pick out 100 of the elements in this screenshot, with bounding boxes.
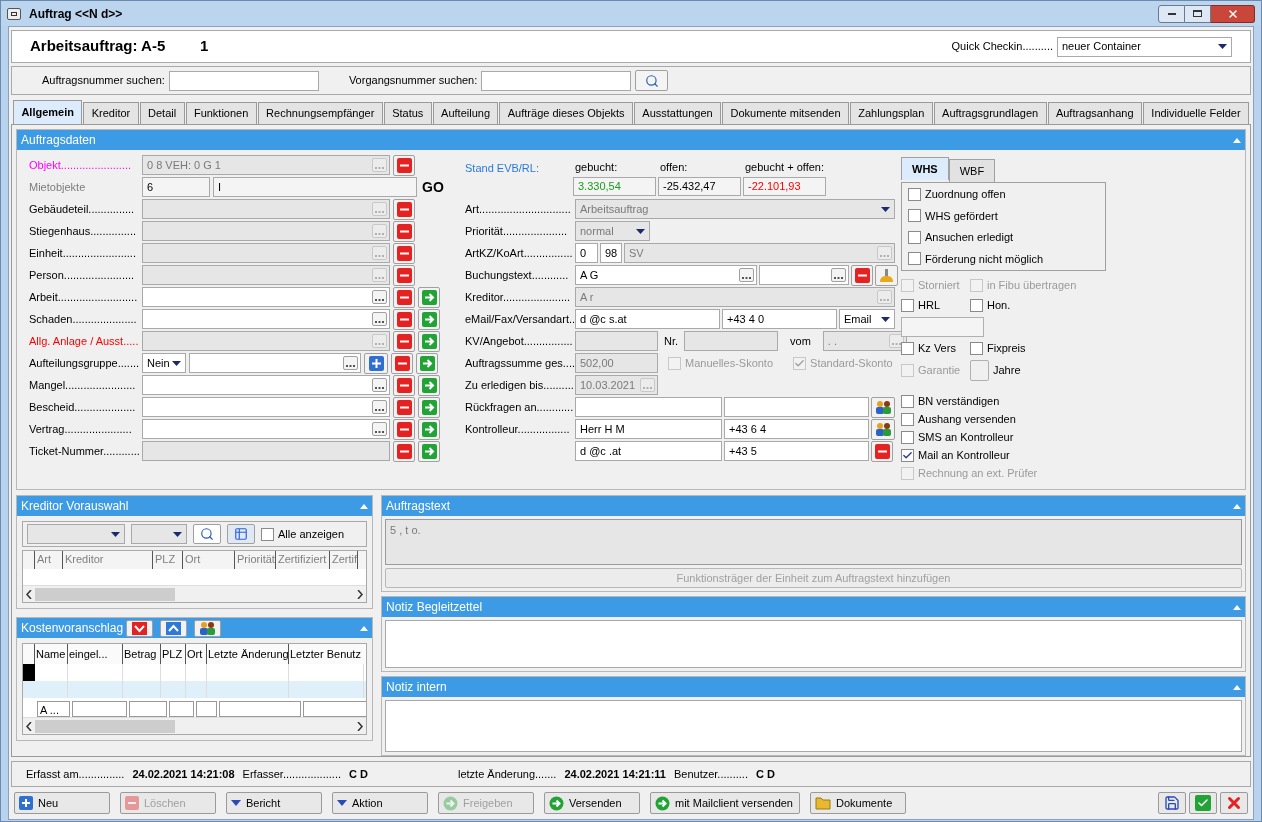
contacts-button[interactable] — [871, 418, 895, 440]
column-header[interactable]: Letzter Benutz — [289, 644, 364, 664]
tab[interactable]: Kreditor — [83, 102, 139, 124]
text-field[interactable]: d @c s.at — [575, 309, 720, 329]
text-field[interactable] — [684, 331, 779, 351]
text-field[interactable] — [481, 70, 632, 91]
checkbox[interactable] — [901, 342, 914, 355]
text-field[interactable]: A r — [575, 287, 895, 307]
collapse-icon[interactable] — [360, 625, 368, 631]
tab[interactable]: Detail — [139, 102, 185, 124]
text-field[interactable] — [142, 331, 390, 351]
checkbox[interactable] — [908, 252, 921, 266]
horizontal-scrollbar[interactable] — [23, 717, 366, 734]
text-field[interactable] — [142, 265, 390, 285]
column-header[interactable]: Art — [35, 551, 63, 569]
ellipsis-button[interactable] — [372, 378, 387, 392]
remove-button[interactable] — [393, 198, 415, 220]
remove-button[interactable] — [851, 264, 873, 286]
go-button[interactable] — [418, 308, 440, 330]
tab[interactable]: Individuelle Felder — [1142, 102, 1249, 124]
text-field[interactable] — [142, 221, 390, 241]
dropdown[interactable]: neuer Container — [1057, 36, 1232, 57]
go-button[interactable] — [418, 396, 440, 418]
text-area[interactable] — [385, 700, 1242, 752]
table-button[interactable] — [227, 524, 255, 544]
text-field[interactable] — [575, 397, 722, 417]
text-field[interactable]: +43 4 0 — [722, 309, 837, 329]
remove-button[interactable] — [393, 374, 415, 396]
chevron-right-icon[interactable] — [357, 721, 363, 731]
checkbox[interactable] — [901, 299, 914, 312]
move-down-button[interactable] — [126, 619, 154, 637]
text-field[interactable]: 0 8 VEH: 0 G 1 — [142, 155, 390, 175]
checkbox[interactable] — [901, 364, 914, 377]
text-field[interactable] — [142, 199, 390, 219]
text-field[interactable]: 6 — [142, 177, 210, 197]
dropdown[interactable]: Nein — [142, 353, 186, 373]
text-area[interactable]: 5 , t o. — [385, 519, 1242, 565]
action-button[interactable]: Versenden — [544, 792, 640, 814]
remove-button[interactable] — [393, 154, 415, 176]
checkbox[interactable] — [668, 356, 681, 370]
go-button[interactable] — [416, 352, 438, 374]
remove-button[interactable] — [393, 286, 415, 308]
maximize-button[interactable] — [1185, 4, 1211, 23]
tab[interactable]: Auftragsanhang — [1047, 102, 1142, 124]
text-field[interactable] — [759, 265, 849, 285]
tab[interactable]: Rechnungsempfänger — [257, 102, 383, 124]
remove-button[interactable] — [393, 396, 415, 418]
dropdown[interactable]: normal — [575, 221, 650, 241]
text-field[interactable]: I — [213, 177, 417, 197]
collapse-icon[interactable] — [360, 503, 368, 509]
checkbox[interactable] — [908, 230, 921, 244]
text-field[interactable]: Herr H M — [575, 419, 722, 439]
ok-button[interactable] — [1189, 792, 1217, 814]
checkbox[interactable] — [901, 394, 914, 408]
stamp-button[interactable] — [875, 264, 898, 286]
remove-button[interactable] — [393, 330, 415, 352]
text-field[interactable] — [970, 360, 989, 381]
column-header[interactable]: PLZ — [153, 551, 183, 569]
action-button[interactable]: Bericht — [226, 792, 322, 814]
text-field[interactable] — [142, 287, 390, 307]
remove-button[interactable] — [393, 264, 415, 286]
minimize-button[interactable] — [1158, 4, 1185, 23]
tab[interactable]: Allgemein — [13, 100, 83, 124]
text-field[interactable]: 98 — [600, 243, 622, 263]
remove-button[interactable] — [871, 440, 893, 462]
column-header[interactable]: Kreditor — [63, 551, 153, 569]
checkbox[interactable] — [261, 527, 274, 541]
ellipsis-button[interactable] — [372, 400, 387, 414]
dropdown[interactable]: Arbeitsauftrag — [575, 199, 895, 219]
text-field[interactable] — [189, 353, 361, 373]
text-field[interactable]: A G — [575, 265, 757, 285]
tab[interactable]: Auftragsgrundlagen — [933, 102, 1047, 124]
column-header[interactable]: Zertifiziert — [276, 551, 330, 569]
text-field[interactable] — [142, 419, 390, 439]
tab[interactable]: Dokumente mitsenden — [722, 102, 849, 124]
collapse-icon[interactable] — [1233, 604, 1241, 610]
action-button[interactable]: Dokumente — [810, 792, 906, 814]
text-field[interactable] — [142, 441, 390, 461]
collapse-icon[interactable] — [1233, 137, 1241, 143]
search-button[interactable] — [193, 524, 221, 544]
text-field[interactable] — [142, 243, 390, 263]
text-field[interactable]: 0 — [575, 243, 598, 263]
text-field[interactable]: 502,00 — [575, 353, 658, 373]
text-field[interactable]: +43 6 4 — [724, 419, 869, 439]
contacts-button[interactable] — [194, 619, 222, 637]
horizontal-scrollbar[interactable] — [23, 585, 366, 602]
action-button[interactable]: Neu — [14, 792, 110, 814]
checkbox[interactable] — [901, 412, 914, 426]
ellipsis-button[interactable] — [739, 268, 754, 282]
text-field[interactable] — [575, 331, 658, 351]
tab[interactable]: Funktionen — [185, 102, 257, 124]
go-label[interactable]: GO — [422, 176, 444, 198]
ellipsis-button[interactable] — [372, 312, 387, 326]
window-menu-icon[interactable] — [7, 7, 21, 20]
move-up-button[interactable] — [160, 619, 188, 637]
ellipsis-button[interactable] — [831, 268, 846, 282]
tab[interactable]: Zahlungsplan — [849, 102, 933, 124]
checkbox[interactable] — [908, 187, 921, 201]
remove-button[interactable] — [393, 308, 415, 330]
text-area[interactable] — [385, 620, 1242, 668]
